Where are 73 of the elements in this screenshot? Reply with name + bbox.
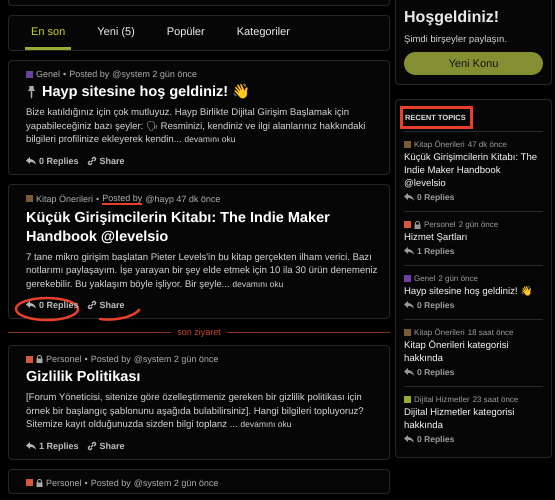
category-link[interactable]: Kitap Önerileri: [414, 140, 465, 149]
reply-icon: [404, 301, 414, 309]
lock-icon: [414, 220, 421, 228]
topic-time: 23 saat önce: [472, 395, 518, 404]
reply-icon: [26, 301, 36, 309]
welcome-subtitle: Şimdi birşeyler paylaşın.: [404, 34, 508, 45]
byline: @hayp 47 dk önce: [145, 194, 220, 204]
posted-by-label: Posted by: [102, 192, 142, 204]
bullet: •: [63, 69, 66, 79]
category-link[interactable]: Personel: [424, 220, 456, 229]
topic-link[interactable]: Dijital Hizmetler kategorisi hakkında: [404, 406, 543, 432]
reply-count: 1 Replies: [417, 246, 454, 256]
bullet: •: [96, 194, 100, 204]
welcome-title: Hoşgeldiniz!: [404, 9, 500, 27]
link-icon: [86, 300, 97, 310]
tab[interactable]: Popüler: [160, 16, 211, 50]
share-button[interactable]: Share: [86, 156, 125, 166]
topic-link[interactable]: Küçük Girişimcilerin Kitabı: The Indie Maker Handbook @levelsio: [404, 151, 543, 190]
pin-icon: [26, 86, 37, 99]
topic-time: 2 gün önce: [458, 220, 498, 229]
tab[interactable]: En son: [25, 16, 72, 50]
posted-by-label: Posted by: [90, 478, 131, 488]
link-icon: [86, 156, 97, 166]
reply-count: 0 Replies: [417, 192, 454, 202]
link-icon: [86, 440, 97, 450]
category-link[interactable]: Dijital Hizmetler: [414, 395, 470, 404]
byline: @system 2 gün önce: [112, 69, 197, 79]
reply-icon: [404, 368, 414, 376]
new-topic-button[interactable]: Yeni Konu: [404, 52, 543, 75]
share-button[interactable]: Share: [86, 300, 125, 310]
read-more-link[interactable]: devamını oku: [184, 134, 236, 144]
topic-title[interactable]: Hayp sitesine hoş geldiniz! 👋: [42, 83, 250, 102]
divider-label: son ziyaret: [177, 327, 221, 337]
byline: @system 2 gün önce: [134, 478, 218, 488]
replies-button[interactable]: 0 Replies: [26, 156, 79, 166]
category-link[interactable]: Kitap Önerileri: [36, 194, 94, 204]
posted-by-label: Posted by: [90, 354, 131, 364]
category-link[interactable]: Genel: [36, 69, 60, 79]
reply-icon: [404, 435, 414, 443]
topic-time: 2 gün önce: [438, 274, 478, 283]
reply-icon: [404, 193, 414, 201]
reply-count: 0 Replies: [417, 434, 454, 444]
read-more-link[interactable]: devamını oku: [240, 419, 292, 429]
category-link[interactable]: Personel: [46, 478, 82, 488]
topic-excerpt: [Forum Yöneticisi, sitenize göre özelleştirmeniz gereken bir gizlilik politikası için örnek bir başlangıç şablonunu aşağıda bulabilirsiniz]. Hangi bilgileri topluyoruz? Sitemize kayıt olduğunuzda sizden bilgi toplanz ... devamını oku: [26, 391, 365, 432]
topic-title[interactable]: Gizlilik Politikası: [26, 368, 140, 387]
category-link[interactable]: Genel: [414, 274, 436, 283]
posted-by-label: Posted by: [69, 69, 110, 79]
bullet: •: [84, 478, 88, 488]
reply-icon: [404, 247, 414, 255]
read-more-link[interactable]: devamını oku: [232, 278, 284, 288]
lock-icon: [36, 355, 43, 363]
topic-time: 47 dk önce: [468, 140, 507, 149]
topic-link[interactable]: Hayp sitesine hoş geldiniz! 👋: [404, 285, 543, 298]
tab[interactable]: Yeni (5): [91, 16, 141, 50]
topic-time: 18 saat önce: [468, 328, 514, 337]
share-button[interactable]: Share: [86, 440, 125, 450]
category-link[interactable]: Kitap Önerileri: [414, 328, 465, 337]
topic-excerpt: Bize katıldığınız için çok mutluyuz. Hayp Birlikte Dijital Girişim Başlamak için yapabileceğiniz bazı şeyler: 🗣 Resminizi, kendiniz ve ilgi alanlarınız hakkındaki bilgileri profilinize ekleyerek kendin... devamını oku: [26, 106, 366, 146]
topic-excerpt: 7 tane mikro girişim başlatan Pieter Levels'in bu kitap gerçekten ilham verici. Bazı notlarımı paylaşayım. İşe yarayan bir şey elde etmek için 10 ila 30 ürün denemeniz gerekebilir. Bu yaklaşım böyle işliyor. Bir şeyle... devamını oku: [26, 250, 378, 291]
category-link[interactable]: Personel: [46, 354, 82, 364]
reply-count: 0 Replies: [417, 300, 454, 310]
reply-icon: [26, 442, 36, 450]
bullet: •: [84, 354, 88, 364]
byline: @system 2 gün önce: [134, 354, 218, 364]
reply-count: 0 Replies: [417, 367, 454, 377]
topic-link[interactable]: Hizmet Şartları: [404, 231, 543, 244]
topic-title[interactable]: Küçük Girişimcilerin Kitabı: The Indie Maker Handbook @levelsio: [26, 208, 381, 246]
reply-icon: [26, 156, 36, 164]
topic-link[interactable]: Kitap Önerileri kategorisi hakkında: [404, 339, 543, 365]
lock-icon: [36, 478, 43, 486]
tab[interactable]: Kategoriler: [230, 16, 296, 50]
replies-button[interactable]: 1 Replies: [26, 440, 79, 450]
